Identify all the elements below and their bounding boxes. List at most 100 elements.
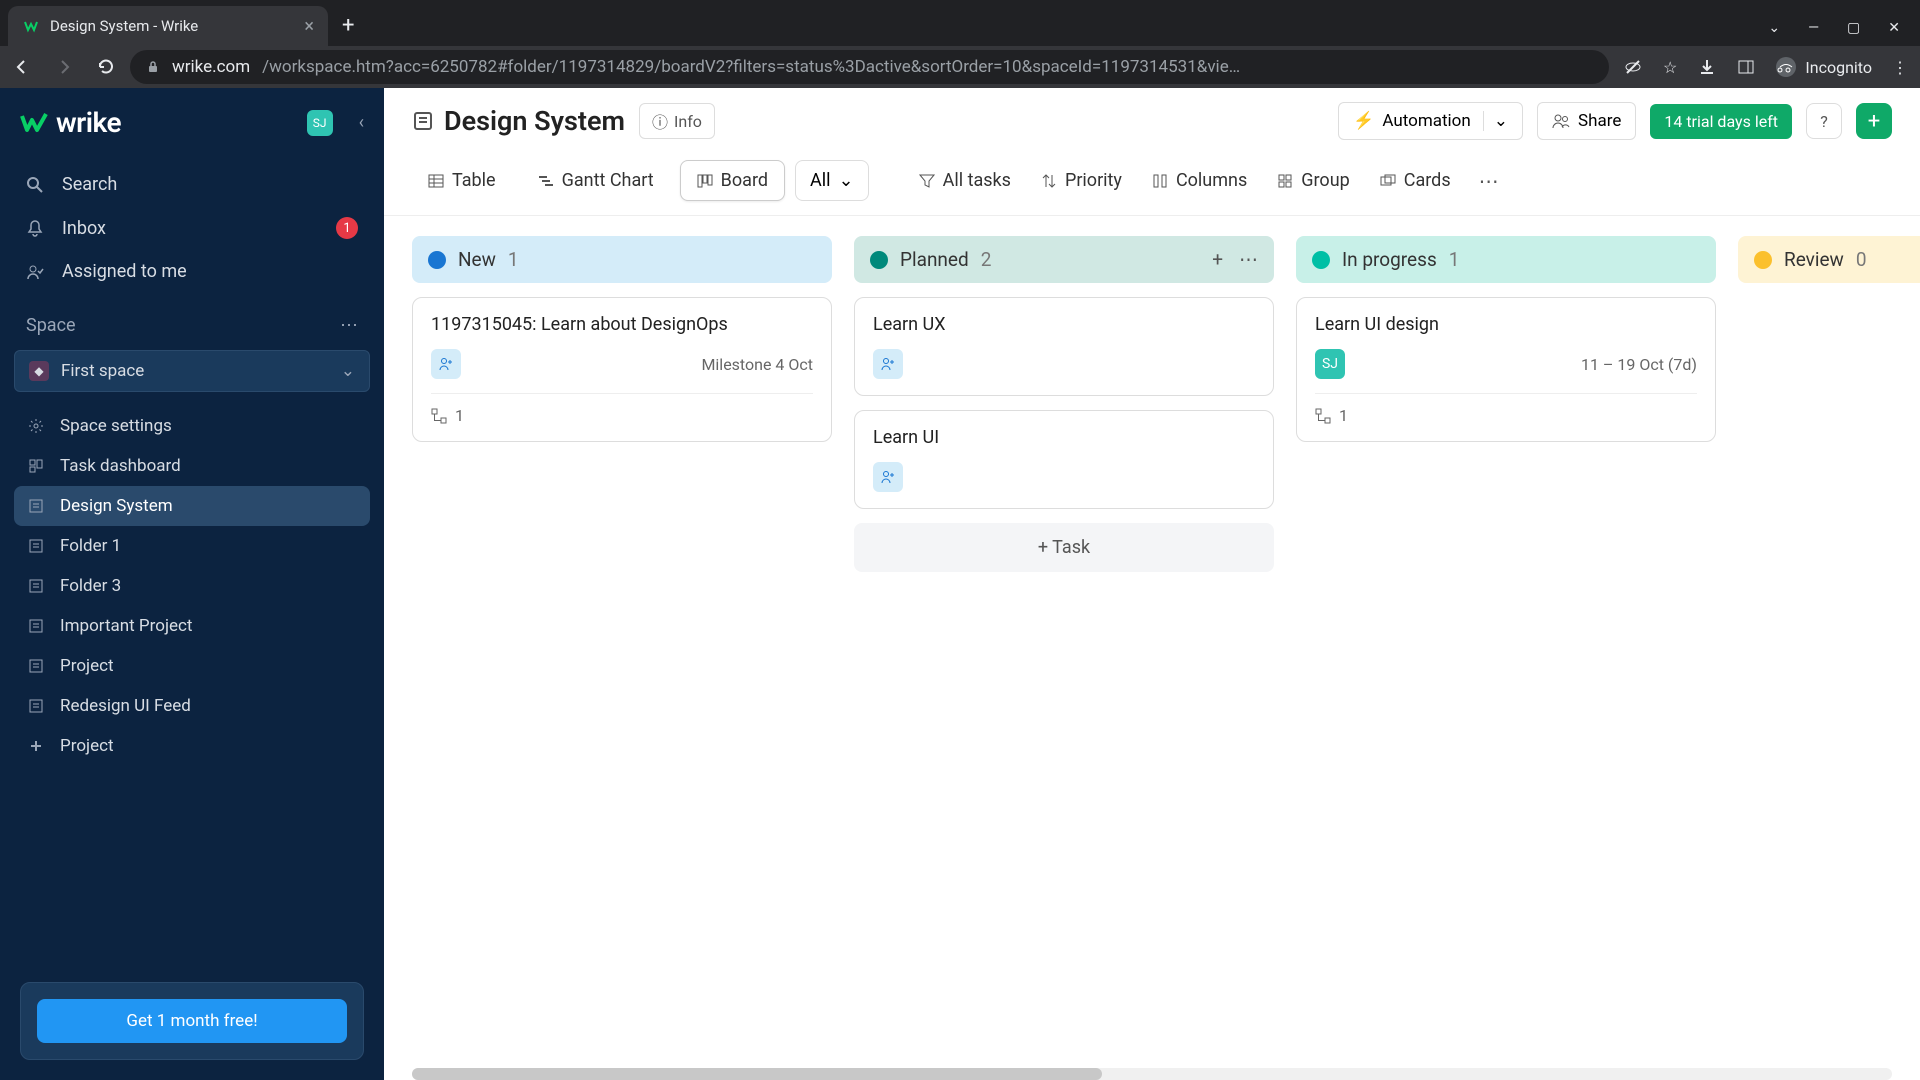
forward-icon [54, 57, 74, 77]
add-task-button[interactable]: + Task [854, 523, 1274, 572]
incognito-badge[interactable]: Incognito [1775, 56, 1872, 78]
task-card[interactable]: 1197315045: Learn about DesignOpsMilesto… [412, 297, 832, 442]
url-path: /workspace.htm?acc=6250782#folder/119731… [262, 57, 1240, 77]
star-icon[interactable]: ☆ [1663, 58, 1677, 77]
view-gantt[interactable]: Gantt Chart [522, 161, 670, 200]
add-assignee-icon[interactable] [873, 349, 903, 379]
cards-setting[interactable]: Cards [1380, 170, 1451, 191]
card-title: Learn UI [873, 427, 1255, 448]
maximize-icon[interactable]: ▢ [1847, 20, 1860, 36]
tree-item-label: Folder 3 [60, 576, 121, 596]
space-more-icon[interactable]: ⋯ [340, 315, 358, 336]
tree-item[interactable]: Design System [14, 486, 370, 526]
card-date: Milestone 4 Oct [701, 355, 813, 374]
url-domain: wrike.com [172, 57, 250, 77]
task-card[interactable]: Learn UI designSJ11 – 19 Oct (7d)1 [1296, 297, 1716, 442]
task-card[interactable]: Learn UX [854, 297, 1274, 396]
space-selector[interactable]: ◆ First space ⌄ [14, 350, 370, 392]
chevron-down-icon[interactable]: ⌄ [1483, 111, 1508, 131]
view-board[interactable]: Board [680, 160, 785, 201]
tree-item[interactable]: Task dashboard [14, 446, 370, 486]
add-assignee-icon[interactable] [431, 349, 461, 379]
sort-priority[interactable]: Priority [1041, 170, 1122, 191]
status-dot-icon [870, 251, 888, 269]
info-button[interactable]: ⓘ Info [639, 103, 715, 139]
inbox-nav[interactable]: Inbox 1 [12, 206, 372, 250]
view-table[interactable]: Table [412, 161, 512, 200]
list-icon [28, 498, 46, 514]
tree-item[interactable]: Folder 3 [14, 566, 370, 606]
column-label: In progress [1342, 248, 1437, 271]
tree-item[interactable]: Redesign UI Feed [14, 686, 370, 726]
wrike-logo-text: wrike [56, 106, 121, 139]
panel-icon[interactable] [1737, 58, 1755, 76]
inbox-badge: 1 [336, 217, 358, 239]
browser-tab[interactable]: Design System - Wrike × [8, 6, 328, 46]
subtask-count[interactable]: 1 [431, 393, 813, 425]
add-button[interactable]: + [1856, 103, 1892, 139]
all-selector[interactable]: All ⌄ [795, 160, 869, 201]
search-nav[interactable]: Search [12, 163, 372, 206]
eye-off-icon[interactable] [1623, 57, 1643, 77]
group-setting[interactable]: Group [1277, 170, 1349, 191]
project-icon [412, 110, 434, 132]
add-card-icon[interactable]: + [1212, 248, 1223, 271]
tree-item-label: Redesign UI Feed [60, 696, 191, 716]
help-button[interactable]: ? [1806, 103, 1842, 139]
sidebar-tree: Space settings Task dashboard Design Syste… [0, 398, 384, 774]
task-card[interactable]: Learn UI [854, 410, 1274, 509]
list-icon [28, 578, 46, 594]
column-count: 1 [508, 248, 519, 271]
tree-item-label: Important Project [60, 616, 192, 636]
info-label: Info [674, 112, 702, 131]
download-icon[interactable] [1697, 57, 1717, 77]
top-bar: Design System ⓘ Info ⚡ Automation ⌄ Shar… [384, 88, 1920, 154]
h-scrollbar[interactable] [412, 1068, 1892, 1080]
close-tab-icon[interactable]: × [304, 16, 314, 37]
tree-item[interactable]: Project [14, 726, 370, 766]
bell-icon [26, 219, 46, 237]
promo-button[interactable]: Get 1 month free! [37, 999, 347, 1043]
view-more-icon[interactable]: ⋯ [1479, 169, 1499, 193]
assigned-nav[interactable]: Assigned to me [12, 250, 372, 293]
close-window-icon[interactable]: ✕ [1888, 20, 1900, 36]
board-column-review: Review0 [1738, 236, 1920, 297]
filter-icon [919, 173, 935, 189]
h-scrollbar-thumb[interactable] [412, 1068, 1102, 1080]
back-icon[interactable] [12, 57, 32, 77]
column-header[interactable]: Review0 [1738, 236, 1920, 283]
tree-item[interactable]: Important Project [14, 606, 370, 646]
cards-icon [1380, 173, 1396, 189]
tree-item[interactable]: Project [14, 646, 370, 686]
status-dot-icon [1754, 251, 1772, 269]
space-name: First space [61, 361, 144, 381]
promo-box: Get 1 month free! [20, 982, 364, 1060]
share-button[interactable]: Share [1537, 102, 1636, 140]
trial-badge[interactable]: 14 trial days left [1650, 104, 1792, 139]
columns-setting[interactable]: Columns [1152, 170, 1247, 191]
column-header[interactable]: Planned2+⋯ [854, 236, 1274, 283]
tree-item-label: Task dashboard [60, 456, 181, 476]
new-tab-button[interactable]: + [342, 13, 354, 38]
board-column-progress: In progress1Learn UI designSJ11 – 19 Oct… [1296, 236, 1716, 456]
collapse-sidebar-icon[interactable]: ‹ [359, 112, 364, 133]
tree-item[interactable]: Folder 1 [14, 526, 370, 566]
url-input[interactable]: wrike.com/workspace.htm?acc=6250782#fold… [130, 50, 1609, 84]
assignee-avatar[interactable]: SJ [1315, 349, 1345, 379]
tab-dropdown-icon[interactable]: ⌄ [1768, 20, 1780, 36]
users-icon [1552, 112, 1570, 130]
menu-icon[interactable]: ⋮ [1892, 58, 1908, 77]
filter-all-tasks[interactable]: All tasks [919, 170, 1011, 191]
column-header[interactable]: In progress1 [1296, 236, 1716, 283]
column-more-icon[interactable]: ⋯ [1239, 248, 1258, 271]
reload-icon[interactable] [96, 57, 116, 77]
tree-item[interactable]: Space settings [14, 406, 370, 446]
subtask-count[interactable]: 1 [1315, 393, 1697, 425]
automation-button[interactable]: ⚡ Automation ⌄ [1338, 102, 1523, 140]
user-avatar[interactable]: SJ [307, 110, 333, 136]
column-header[interactable]: New1 [412, 236, 832, 283]
minimize-icon[interactable]: ― [1808, 20, 1819, 36]
add-assignee-icon[interactable] [873, 462, 903, 492]
wrike-logo[interactable]: wrike [20, 106, 121, 139]
address-bar: wrike.com/workspace.htm?acc=6250782#fold… [0, 46, 1920, 88]
